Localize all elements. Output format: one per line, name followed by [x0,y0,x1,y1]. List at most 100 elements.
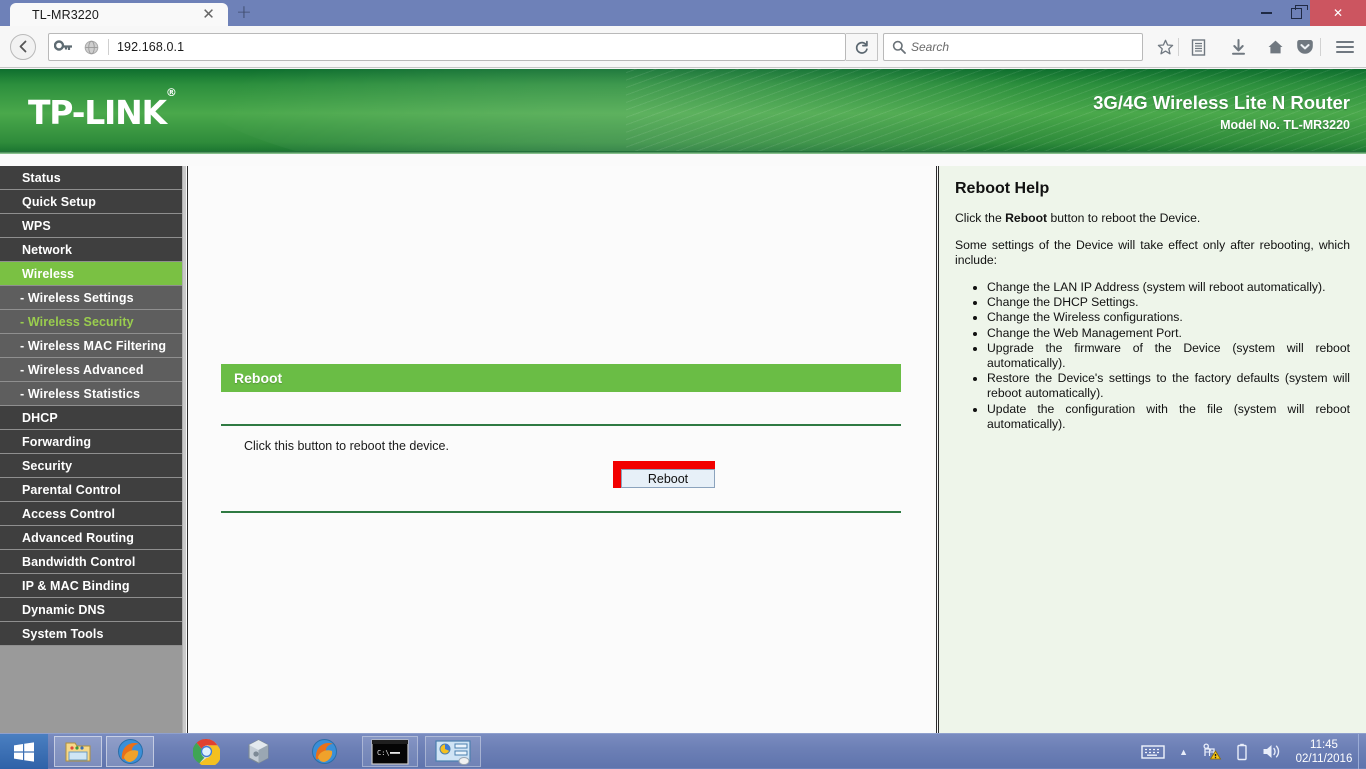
search-input[interactable]: Search [883,33,1143,61]
sidebar-item-wireless-settings[interactable]: - Wireless Settings [0,286,182,310]
help-bullet-item: Update the configuration with the file (… [987,402,1350,432]
address-bar[interactable]: 192.168.0.1 [48,33,846,61]
system-tray: ▲ 11:45 02/11/2016 [1134,734,1366,769]
sidebar-item-dhcp[interactable]: DHCP [0,406,182,430]
header-arc-decoration [180,69,1080,154]
toolbar-divider [1178,38,1179,56]
command-prompt-icon: C:\ [371,738,409,765]
help-bullet-item: Change the Web Management Port. [987,326,1350,341]
file-explorer-icon [65,742,91,761]
network-config-icon [435,739,471,765]
help-paragraph-2: Some settings of the Device will take ef… [955,238,1350,267]
help-bullet-list: Change the LAN IP Address (system will r… [987,280,1350,432]
help-bullet-item: Restore the Device's settings to the fac… [987,371,1350,401]
divider-bottom [221,511,901,513]
router-model-title: 3G/4G Wireless Lite N Router [1093,92,1350,113]
sidebar-item-quick-setup[interactable]: Quick Setup [0,190,182,214]
taskbar-command-prompt[interactable]: C:\ [362,736,418,767]
keyboard-icon[interactable] [1141,744,1165,760]
sidebar-item-parental-control[interactable]: Parental Control [0,478,182,502]
sidebar-item-bandwidth-control[interactable]: Bandwidth Control [0,550,182,574]
star-icon[interactable] [1152,34,1178,60]
sidebar-menu: Status Quick Setup WPS Network Wireless - Wir… [0,166,182,733]
pocket-icon[interactable] [1292,34,1318,60]
sidebar-item-network[interactable]: Network [0,238,182,262]
browser-tab[interactable]: TL-MR3220 ✕ [10,3,228,26]
maximize-button[interactable] [1282,0,1310,26]
taskbar-virtualbox[interactable] [234,736,282,767]
divider-top [221,424,901,426]
reboot-button[interactable]: Reboot [621,469,715,488]
tab-title: TL-MR3220 [32,7,99,22]
sidebar-item-forwarding[interactable]: Forwarding [0,430,182,454]
maximize-icon [1290,4,1308,19]
help-bullet-item: Change the DHCP Settings. [987,295,1350,310]
globe-icon [84,40,102,55]
tplink-logo-text: TP-LINK [28,93,167,132]
taskbar-network-config[interactable] [425,736,481,767]
close-window-button[interactable]: ✕ [1310,0,1366,26]
sidebar-item-wireless-mac-filtering[interactable]: - Wireless MAC Filtering [0,334,182,358]
show-desktop-button[interactable] [1358,734,1366,769]
sidebar-item-wireless[interactable]: Wireless [0,262,182,286]
minimize-button[interactable] [1252,0,1280,26]
main-content: Reboot Click this button to reboot the d… [187,166,937,733]
taskbar-clock[interactable]: 11:45 02/11/2016 [1288,738,1360,766]
sidebar-item-wps[interactable]: WPS [0,214,182,238]
home-icon[interactable] [1262,34,1288,60]
network-warning-icon[interactable] [1202,743,1222,760]
sidebar-item-wireless-security[interactable]: - Wireless Security [0,310,182,334]
library-icon[interactable] [1185,34,1211,60]
sidebar-item-access-control[interactable]: Access Control [0,502,182,526]
help-bullet-item: Change the Wireless configurations. [987,310,1350,325]
downloads-icon[interactable] [1225,34,1251,60]
reboot-highlight-box: Reboot [613,461,715,488]
key-icon [54,40,76,54]
sidebar-item-advanced-routing[interactable]: Advanced Routing [0,526,182,550]
tray-expand-icon[interactable]: ▲ [1179,747,1188,757]
search-icon [892,40,906,54]
registered-mark: ® [165,86,177,99]
browser-navigation-toolbar: 192.168.0.1 Search [0,26,1366,68]
router-page: TP-LINK® 3G/4G Wireless Lite N Router Mo… [0,69,1366,733]
sidebar-item-wireless-advanced[interactable]: - Wireless Advanced [0,358,182,382]
taskbar-file-explorer[interactable] [54,736,102,767]
clock-time: 11:45 [1310,738,1338,751]
menu-icon[interactable] [1332,34,1358,60]
url-separator [108,39,109,55]
sidebar-item-security[interactable]: Security [0,454,182,478]
sidebar-item-system-tools[interactable]: System Tools [0,622,182,646]
windows-taskbar: C:\ ▲ 11:45 02/11/2016 [0,733,1366,769]
browser-titlebar: TL-MR3220 ✕ + ✕ [0,0,1366,26]
back-arrow-icon [19,40,26,53]
reload-icon [855,40,868,54]
back-button[interactable] [10,33,36,60]
help-p1-pre: Click the [955,211,1006,225]
sidebar-item-ip-mac-binding[interactable]: IP & MAC Binding [0,574,182,598]
sidebar-item-status[interactable]: Status [0,166,182,190]
minimize-icon [1260,12,1272,14]
help-p1-bold: Reboot [1005,211,1048,225]
taskbar-firefox[interactable] [106,736,154,767]
sidebar-scrollbar[interactable] [182,166,186,733]
page-title: Reboot [221,364,901,392]
new-tab-icon[interactable]: + [235,3,253,22]
reload-button[interactable] [846,33,878,61]
virtualbox-icon [247,739,269,764]
start-button[interactable] [0,734,48,769]
volume-icon[interactable] [1262,743,1281,760]
tplink-logo: TP-LINK® [28,86,177,132]
url-text: 192.168.0.1 [117,40,185,54]
taskbar-firefox-2[interactable] [300,736,348,767]
sidebar-item-dynamic-dns[interactable]: Dynamic DNS [0,598,182,622]
help-bullet-item: Change the LAN IP Address (system will r… [987,280,1350,295]
taskbar-chrome[interactable] [182,736,230,767]
help-p1-post: button to reboot the Device. [1047,211,1201,225]
firefox-icon-2 [311,739,337,764]
router-model-number: Model No. TL-MR3220 [1220,118,1350,132]
close-tab-icon[interactable]: ✕ [201,7,216,22]
svg-text:C:\: C:\ [377,749,390,757]
help-paragraph-1: Click the Reboot button to reboot the De… [955,211,1350,226]
battery-icon[interactable] [1236,743,1248,761]
sidebar-item-wireless-statistics[interactable]: - Wireless Statistics [0,382,182,406]
